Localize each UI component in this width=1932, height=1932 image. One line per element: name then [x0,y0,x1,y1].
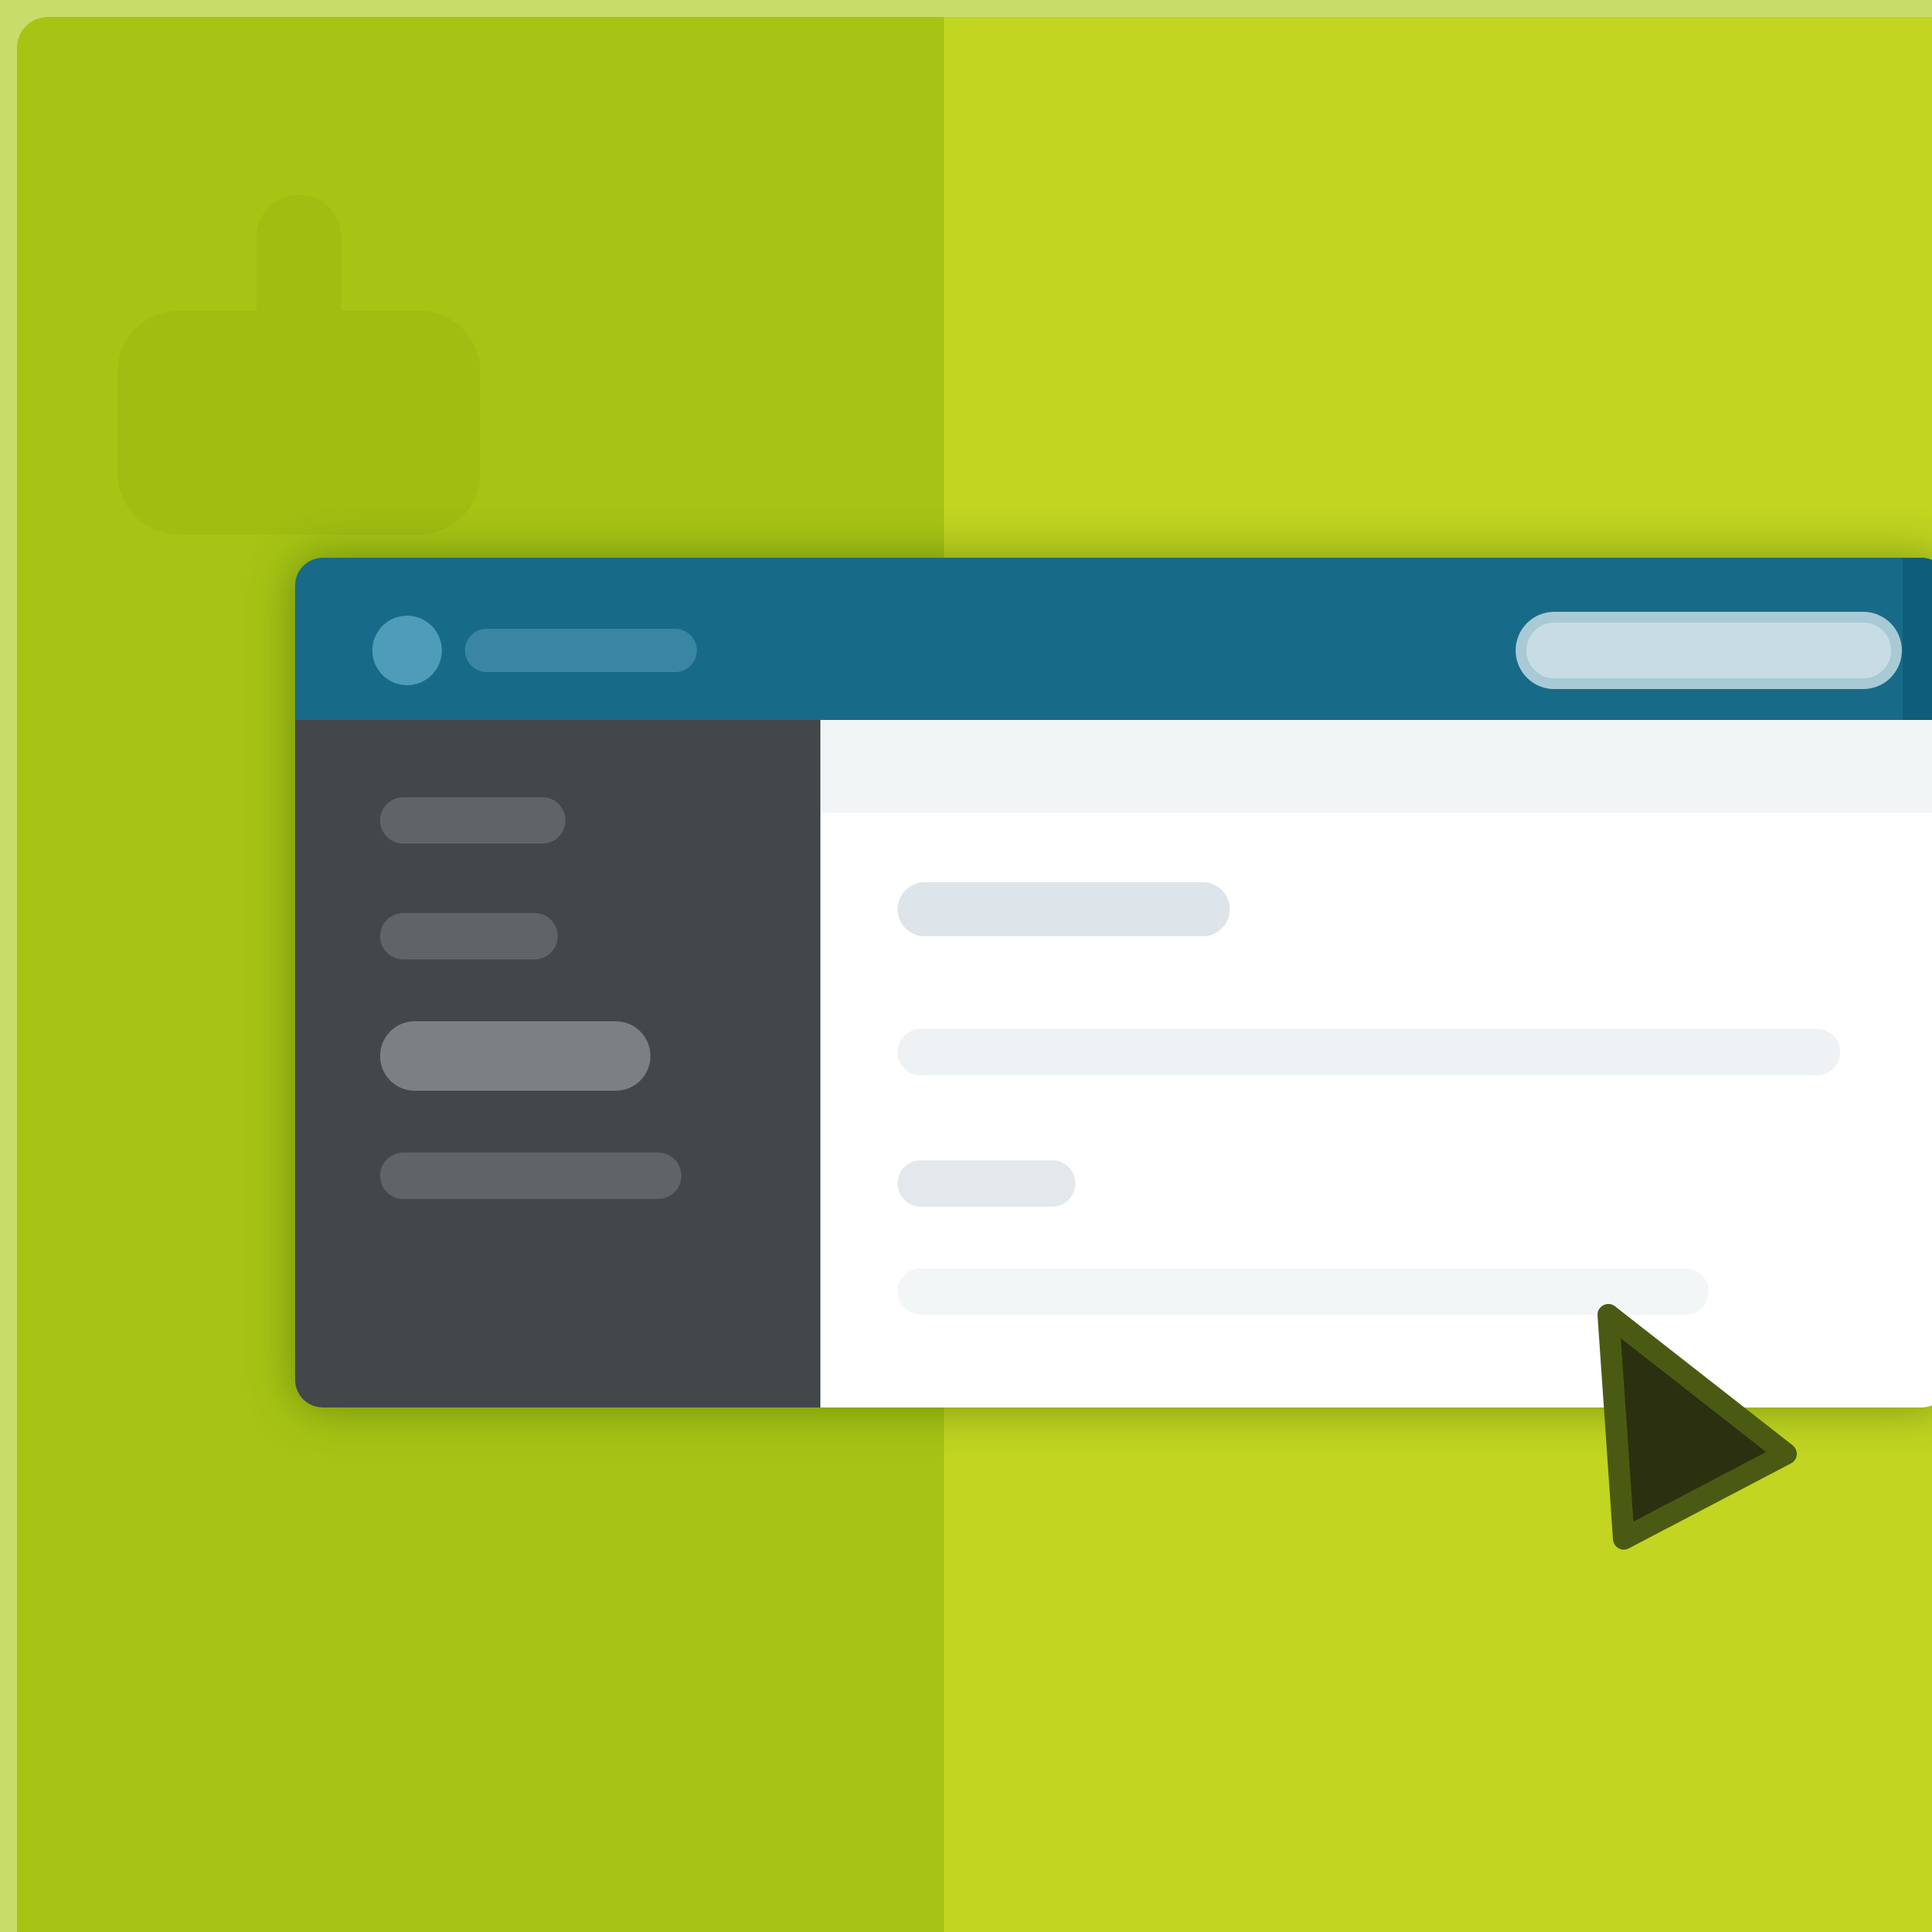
content-heading [898,882,1230,936]
mouse-cursor-icon [1598,1304,1797,1550]
app-window [295,558,1932,1407]
content-header [820,720,1932,813]
app-topbar [295,558,1932,720]
sidebar [295,720,820,1407]
search-input[interactable] [1516,612,1902,689]
topbar-edge [1903,558,1932,720]
sidebar-item-4[interactable] [380,1153,681,1199]
sidebar-item-3-active[interactable] [380,1021,650,1091]
sidebar-item-2[interactable] [380,913,558,959]
content-line [898,1029,1840,1075]
app-title [465,629,697,672]
content-label [898,1160,1075,1207]
sidebar-item-1[interactable] [380,797,565,844]
illustration-canvas [17,17,1932,1932]
circle-logo-icon[interactable] [372,616,442,685]
hand-pointer-icon [117,195,480,535]
